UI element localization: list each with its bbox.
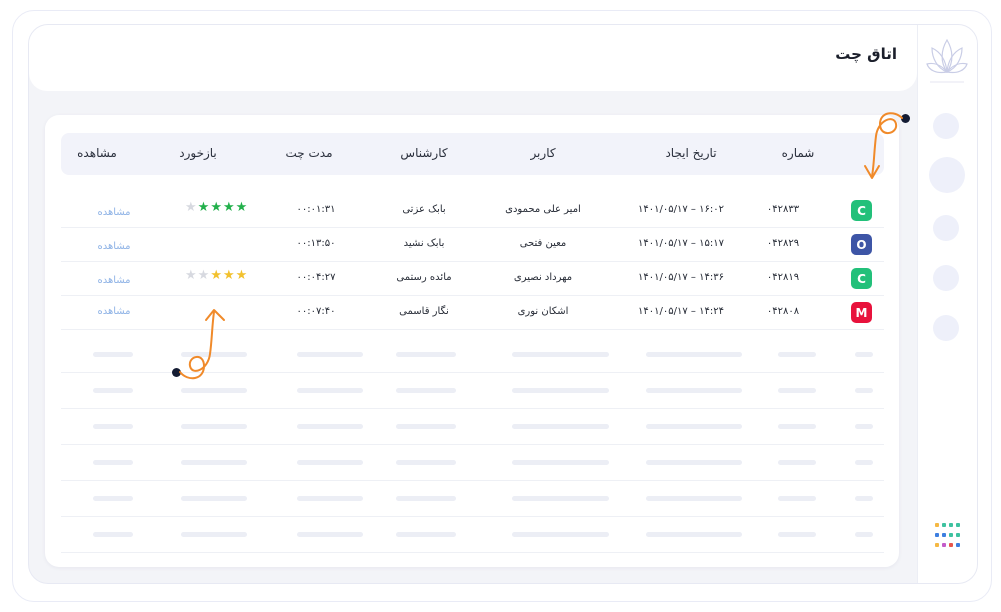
app-window: اتاق چت شماره تاریخ ایجاد کاربر کارشناس … bbox=[28, 24, 978, 584]
star-filled-icon: ★ bbox=[235, 200, 248, 215]
page-header: اتاق چت bbox=[29, 25, 917, 91]
user-name: اشکان نوری bbox=[517, 306, 569, 317]
placeholder-row bbox=[61, 445, 884, 481]
star-filled-icon: ★ bbox=[222, 200, 235, 215]
view-link[interactable]: مشاهده bbox=[97, 241, 130, 252]
star-empty-icon: ★ bbox=[185, 200, 197, 215]
sidebar-nav-item[interactable] bbox=[933, 315, 959, 341]
placeholder-row bbox=[61, 481, 884, 517]
agent-name: مائده رستمی bbox=[396, 272, 452, 283]
view-link[interactable]: مشاهده bbox=[97, 306, 130, 317]
sidebar-nav-item[interactable] bbox=[933, 265, 959, 291]
sidebar-nav-item[interactable] bbox=[933, 113, 959, 139]
star-filled-icon: ★ bbox=[210, 268, 222, 283]
page-title: اتاق چت bbox=[835, 45, 897, 63]
chat-duration: ۰۰:۰۱:۳۱ bbox=[296, 204, 336, 215]
star-filled-icon: ★ bbox=[197, 200, 210, 215]
chat-number: ۰۴۲۸۰۸ bbox=[766, 306, 800, 317]
table-header: شماره تاریخ ایجاد کاربر کارشناس مدت چت ب… bbox=[61, 133, 884, 175]
chat-number: ۰۴۲۸۳۳ bbox=[766, 204, 800, 215]
curly-arrow-up-icon bbox=[179, 309, 225, 380]
user-name: معین فتحی bbox=[519, 238, 567, 249]
user-name: امیر علی محمودی bbox=[505, 204, 581, 215]
sidebar-nav-item-active[interactable] bbox=[929, 157, 965, 193]
channel-badge: M bbox=[851, 302, 872, 323]
chat-number: ۰۴۲۸۲۹ bbox=[766, 238, 800, 249]
apps-grid-icon[interactable] bbox=[935, 523, 961, 549]
rating-stars: ★ ★ ★ ★ ★ bbox=[185, 201, 247, 214]
view-link[interactable]: مشاهده bbox=[97, 207, 130, 218]
table-row[interactable]: C ۰۴۲۸۳۳ ۱۴۰۱/۰۵/۱۷ – ۱۶:۰۲ امیر علی محم… bbox=[61, 194, 884, 228]
channel-badge: O bbox=[851, 234, 872, 255]
star-empty-icon: ★ bbox=[185, 268, 197, 283]
rating-stars: ★ ★ ★ ★ ★ bbox=[185, 269, 247, 282]
chat-number: ۰۴۲۸۱۹ bbox=[766, 272, 800, 283]
chat-table-card: شماره تاریخ ایجاد کاربر کارشناس مدت چت ب… bbox=[45, 115, 899, 567]
chat-duration: ۰۰:۱۳:۵۰ bbox=[296, 238, 336, 249]
placeholder-row bbox=[61, 517, 884, 553]
created-at: ۱۴۰۱/۰۵/۱۷ – ۱۵:۱۷ bbox=[638, 238, 724, 249]
col-agent[interactable]: کارشناس bbox=[400, 146, 447, 160]
placeholder-row bbox=[61, 409, 884, 445]
star-filled-icon: ★ bbox=[222, 268, 235, 283]
curly-arrow-down-icon bbox=[864, 112, 903, 179]
created-at: ۱۴۰۱/۰۵/۱۷ – ۱۶:۰۲ bbox=[638, 204, 724, 215]
col-view[interactable]: مشاهده bbox=[77, 146, 117, 160]
channel-badge: C bbox=[851, 268, 872, 289]
created-at: ۱۴۰۱/۰۵/۱۷ – ۱۴:۲۴ bbox=[638, 306, 724, 317]
agent-name: بابک عزتی bbox=[402, 204, 446, 215]
chat-duration: ۰۰:۰۷:۴۰ bbox=[296, 306, 336, 317]
agent-name: بابک نشید bbox=[403, 238, 445, 249]
user-name: مهرداد نصیری bbox=[513, 272, 573, 283]
sidebar bbox=[917, 25, 977, 583]
lotus-logo-icon[interactable] bbox=[925, 31, 969, 89]
table-row[interactable]: O ۰۴۲۸۲۹ ۱۴۰۱/۰۵/۱۷ – ۱۵:۱۷ معین فتحی با… bbox=[61, 228, 884, 262]
chat-duration: ۰۰:۰۴:۲۷ bbox=[296, 272, 336, 283]
col-created[interactable]: تاریخ ایجاد bbox=[665, 146, 716, 160]
col-duration[interactable]: مدت چت bbox=[285, 146, 332, 160]
star-empty-icon: ★ bbox=[197, 268, 210, 283]
col-number[interactable]: شماره bbox=[782, 146, 815, 160]
col-feedback[interactable]: بازخورد bbox=[179, 146, 217, 160]
view-link[interactable]: مشاهده bbox=[97, 275, 130, 286]
table-row[interactable]: C ۰۴۲۸۱۹ ۱۴۰۱/۰۵/۱۷ – ۱۴:۳۶ مهرداد نصیری… bbox=[61, 262, 884, 296]
channel-badge: C bbox=[851, 200, 872, 221]
created-at: ۱۴۰۱/۰۵/۱۷ – ۱۴:۳۶ bbox=[638, 272, 724, 283]
star-filled-icon: ★ bbox=[235, 268, 248, 283]
col-user[interactable]: کاربر bbox=[530, 146, 555, 160]
agent-name: نگار قاسمی bbox=[399, 306, 449, 317]
star-filled-icon: ★ bbox=[210, 200, 222, 215]
sidebar-nav-item[interactable] bbox=[933, 215, 959, 241]
